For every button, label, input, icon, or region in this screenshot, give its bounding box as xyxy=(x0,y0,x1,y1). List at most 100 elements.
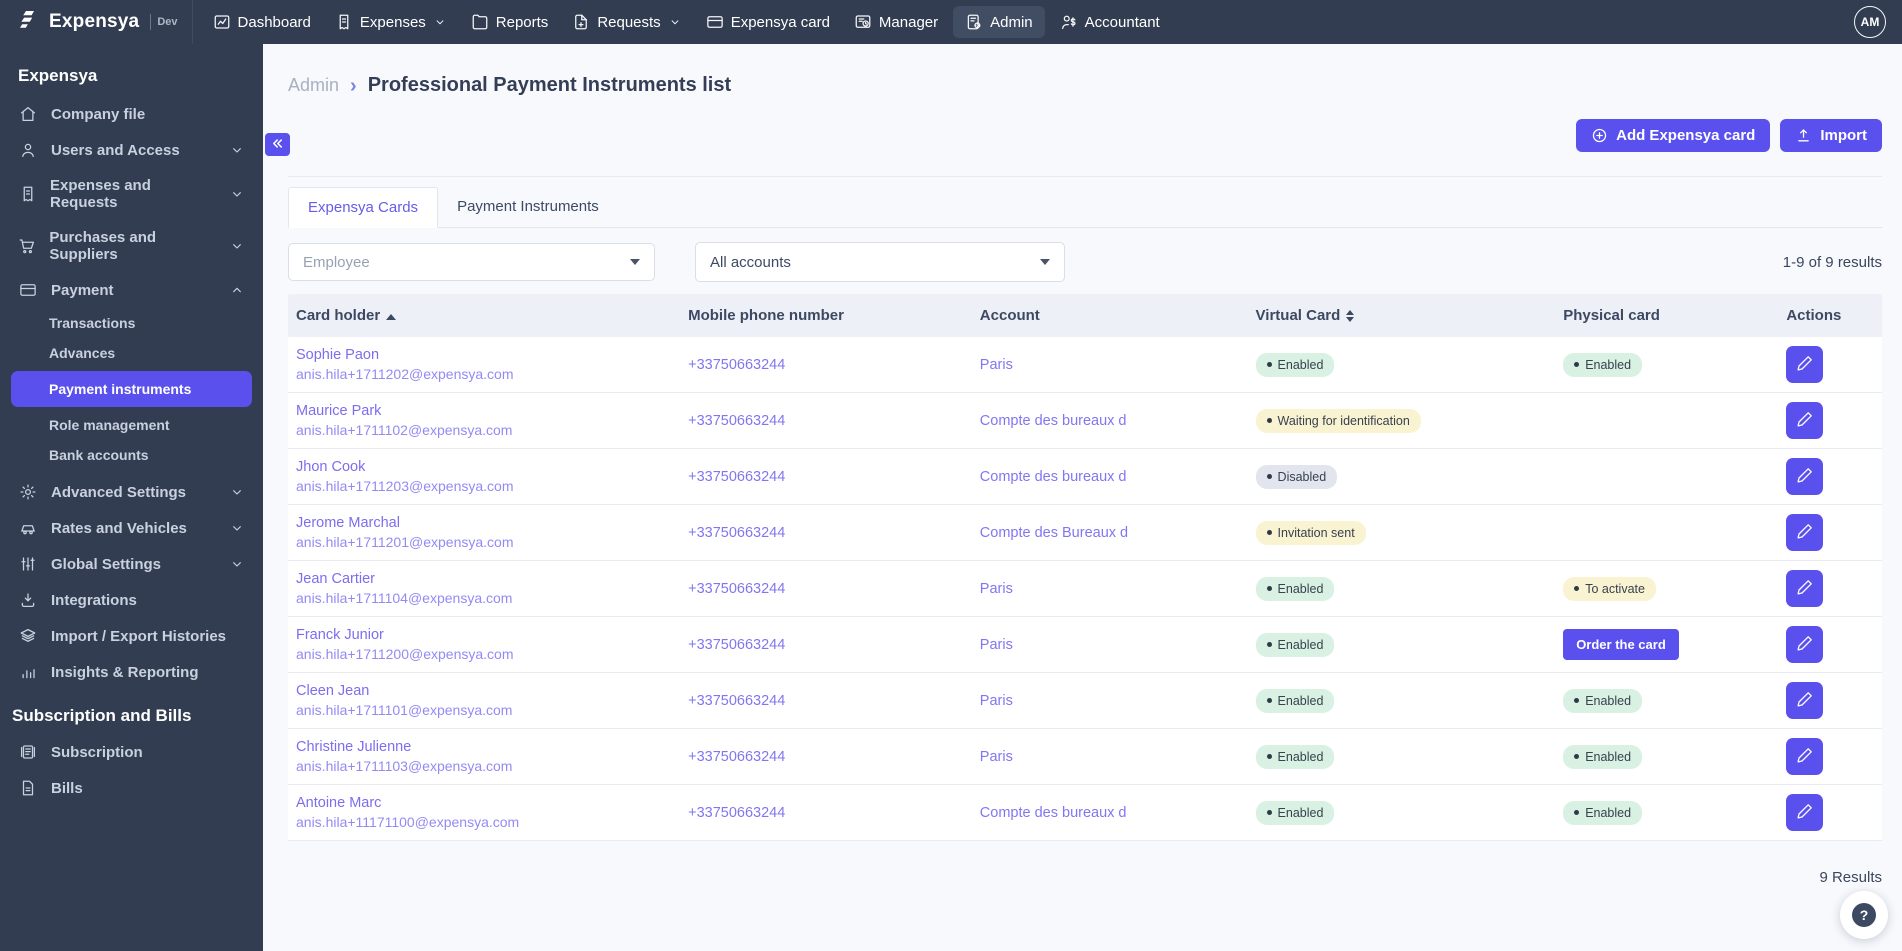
sidebar-subitem-role-management[interactable]: Role management xyxy=(0,410,263,440)
account-link[interactable]: Compte des bureaux d xyxy=(980,805,1127,821)
edit-button[interactable] xyxy=(1786,682,1824,719)
pencil-icon xyxy=(1796,746,1814,767)
sidebar-item-expenses-and-requests[interactable]: Expenses and Requests xyxy=(0,168,263,220)
sidebar-item-integrations[interactable]: Integrations xyxy=(0,582,263,618)
phone-link[interactable]: +33750663244 xyxy=(688,581,785,597)
nav-item-accountant[interactable]: Accountant xyxy=(1048,0,1172,44)
actions-cell xyxy=(1778,728,1882,785)
accounts-select[interactable]: All accounts xyxy=(695,242,1065,282)
nav-item-admin[interactable]: Admin xyxy=(953,6,1045,38)
phone-link[interactable]: +33750663244 xyxy=(688,525,785,541)
cardholder-name[interactable]: Sophie Paon xyxy=(296,347,672,363)
account-link[interactable]: Paris xyxy=(980,637,1013,653)
chevron-down-icon xyxy=(227,238,247,254)
sidebar-item-insights-reporting[interactable]: Insights & Reporting xyxy=(0,654,263,690)
sidebar-subitem-bank-accounts[interactable]: Bank accounts xyxy=(0,440,263,470)
tab-expensya-cards[interactable]: Expensya Cards xyxy=(288,187,439,228)
question-mark-icon: ? xyxy=(1852,903,1876,927)
sidebar-item-rates-and-vehicles[interactable]: Rates and Vehicles xyxy=(0,510,263,546)
phone-link[interactable]: +33750663244 xyxy=(688,469,785,485)
sidebar-item-company-file[interactable]: Company file xyxy=(0,96,263,132)
account-link[interactable]: Paris xyxy=(980,581,1013,597)
phone-link[interactable]: +33750663244 xyxy=(688,413,785,429)
cardholder-name[interactable]: Jerome Marchal xyxy=(296,515,672,531)
cardholder-name[interactable]: Franck Junior xyxy=(296,627,672,643)
pencil-icon xyxy=(1796,690,1814,711)
credit-card-icon xyxy=(18,281,38,299)
sidebar-subitem-transactions[interactable]: Transactions xyxy=(0,308,263,338)
account-link[interactable]: Compte des Bureaux d xyxy=(980,525,1128,541)
phone-link[interactable]: +33750663244 xyxy=(688,357,785,373)
actions-cell xyxy=(1778,504,1882,561)
employee-select[interactable]: Employee xyxy=(288,243,655,281)
cardholder-name[interactable]: Jean Cartier xyxy=(296,571,672,587)
phone-link[interactable]: +33750663244 xyxy=(688,805,785,821)
edit-button[interactable] xyxy=(1786,626,1824,663)
brand[interactable]: Expensya Dev xyxy=(0,8,192,37)
cardholder-name[interactable]: Cleen Jean xyxy=(296,683,672,699)
cardholder-email[interactable]: anis.hila+1711103@expensya.com xyxy=(296,758,672,774)
nav-item-requests[interactable]: Requests xyxy=(560,0,693,44)
cardholder-email[interactable]: anis.hila+1711102@expensya.com xyxy=(296,422,672,438)
sidebar-item-advanced-settings[interactable]: Advanced Settings xyxy=(0,474,263,510)
account-link[interactable]: Paris xyxy=(980,357,1013,373)
sidebar-item-payment[interactable]: Payment xyxy=(0,272,263,308)
cardholder-name[interactable]: Maurice Park xyxy=(296,403,672,419)
cardholder-email[interactable]: anis.hila+1711201@expensya.com xyxy=(296,534,672,550)
expensya-logo-icon xyxy=(16,8,40,37)
edit-button[interactable] xyxy=(1786,794,1824,831)
phone-link[interactable]: +33750663244 xyxy=(688,749,785,765)
tab-payment-instruments[interactable]: Payment Instruments xyxy=(438,187,618,228)
account-link[interactable]: Paris xyxy=(980,693,1013,709)
column-header-card-holder[interactable]: Card holder xyxy=(288,294,681,337)
phone-link[interactable]: +33750663244 xyxy=(688,637,785,653)
sidebar-item-label: Company file xyxy=(51,105,146,123)
status-dot xyxy=(1574,698,1580,703)
nav-item-manager[interactable]: Manager xyxy=(842,0,950,44)
edit-button[interactable] xyxy=(1786,738,1824,775)
cardholder-email[interactable]: anis.hila+1711203@expensya.com xyxy=(296,478,672,494)
edit-button[interactable] xyxy=(1786,346,1824,383)
account-link[interactable]: Compte des bureaux d xyxy=(980,469,1127,485)
import-button[interactable]: Import xyxy=(1780,119,1882,152)
table-row: Sophie Paon anis.hila+1711202@expensya.co… xyxy=(288,337,1882,393)
sidebar-item-purchases-and-suppliers[interactable]: Purchases and Suppliers xyxy=(0,220,263,272)
edit-button[interactable] xyxy=(1786,402,1824,439)
edit-button[interactable] xyxy=(1786,570,1824,607)
cardholder-email[interactable]: anis.hila+1711200@expensya.com xyxy=(296,646,672,662)
nav-item-dashboard[interactable]: Dashboard xyxy=(201,0,323,44)
sidebar-subitem-payment-instruments[interactable]: Payment instruments xyxy=(11,371,252,407)
column-header-virtual-card[interactable]: Virtual Card xyxy=(1247,294,1556,337)
cardholder-name[interactable]: Jhon Cook xyxy=(296,459,672,475)
add-expensya-card-button[interactable]: Add Expensya card xyxy=(1576,119,1771,152)
edit-button[interactable] xyxy=(1786,514,1824,551)
cardholder-email[interactable]: anis.hila+11171100@expensya.com xyxy=(296,814,672,830)
edit-button[interactable] xyxy=(1786,458,1824,495)
account-cell: Paris xyxy=(971,672,1248,729)
order-card-button[interactable]: Order the card xyxy=(1563,629,1679,660)
cardholder-name[interactable]: Christine Julienne xyxy=(296,739,672,755)
phone-link[interactable]: +33750663244 xyxy=(688,693,785,709)
sidebar-subitem-advances[interactable]: Advances xyxy=(0,338,263,368)
sidebar-collapse-button[interactable] xyxy=(265,133,290,156)
sidebar-item-global-settings[interactable]: Global Settings xyxy=(0,546,263,582)
help-button[interactable]: ? xyxy=(1840,891,1888,939)
cardholder-email[interactable]: anis.hila+1711104@expensya.com xyxy=(296,590,672,606)
nav-item-reports[interactable]: Reports xyxy=(459,0,561,44)
table-row: Christine Julienne anis.hila+1711103@expe… xyxy=(288,728,1882,785)
sidebar-item-label: Subscription xyxy=(51,743,143,761)
cardholder-email[interactable]: anis.hila+1711101@expensya.com xyxy=(296,702,672,718)
cardholder-name[interactable]: Antoine Marc xyxy=(296,795,672,811)
sidebar-item-users-and-access[interactable]: Users and Access xyxy=(0,132,263,168)
account-link[interactable]: Compte des bureaux d xyxy=(980,413,1127,429)
nav-item-expensya-card[interactable]: Expensya card xyxy=(694,0,842,44)
nav-item-expenses[interactable]: Expenses xyxy=(323,0,459,44)
avatar[interactable]: AM xyxy=(1854,6,1886,38)
column-header-mobile-phone-number: Mobile phone number xyxy=(680,294,972,337)
cardholder-email[interactable]: anis.hila+1711202@expensya.com xyxy=(296,366,672,382)
sidebar-item-import-export-histories[interactable]: Import / Export Histories xyxy=(0,618,263,654)
sidebar-item-bills[interactable]: Bills xyxy=(0,770,263,806)
account-link[interactable]: Paris xyxy=(980,749,1013,765)
breadcrumb-admin[interactable]: Admin xyxy=(288,75,339,96)
sidebar-item-subscription[interactable]: Subscription xyxy=(0,734,263,770)
